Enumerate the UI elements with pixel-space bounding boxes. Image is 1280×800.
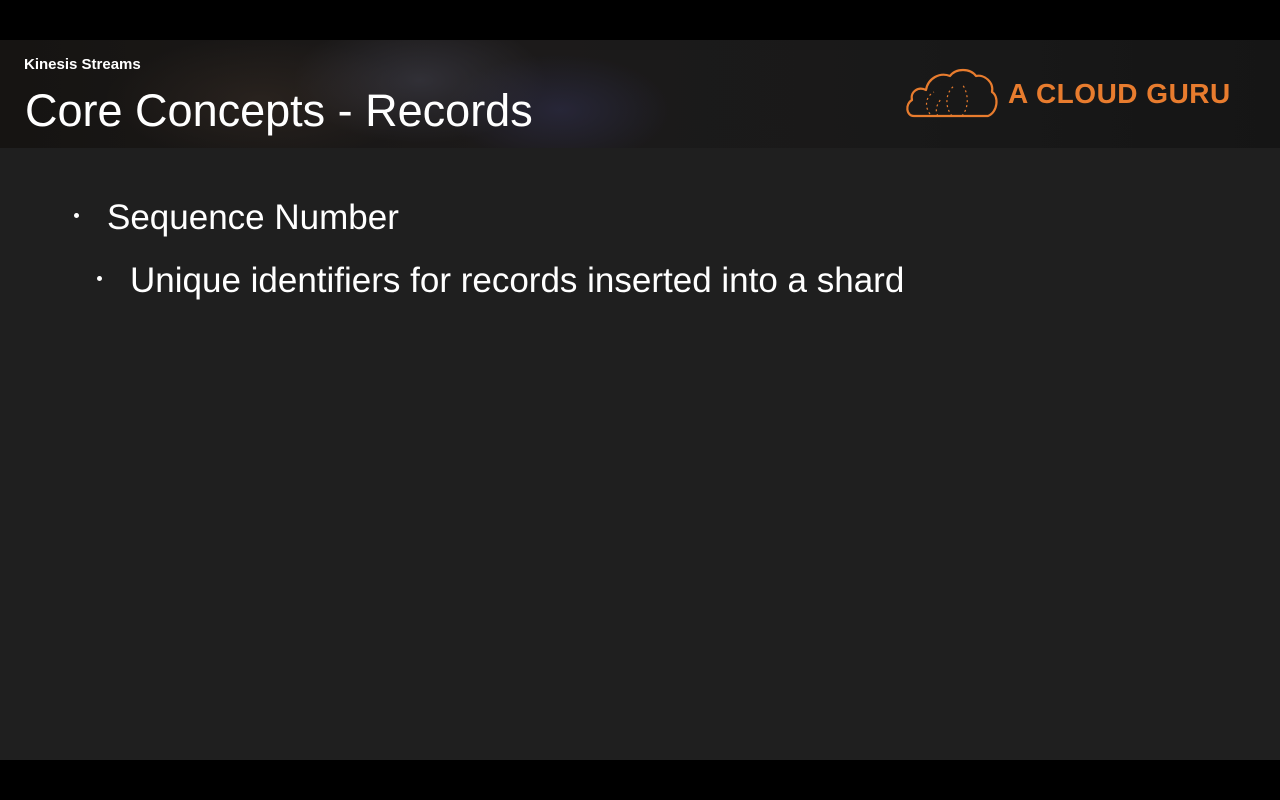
bullet-text: Sequence Number <box>107 198 399 237</box>
slide: Kinesis Streams Core Concepts - Records … <box>0 40 1280 760</box>
slide-title: Core Concepts - Records <box>25 85 533 136</box>
logo-text: A CLOUD GURU <box>1008 78 1231 109</box>
cloud-icon <box>906 68 998 118</box>
section-label: Kinesis Streams <box>24 56 141 73</box>
bullet-dot-icon <box>74 213 79 218</box>
header-band: Kinesis Streams Core Concepts - Records … <box>0 40 1280 148</box>
bullet-text: Unique identifiers for records inserted … <box>130 261 905 300</box>
letterbox-top <box>0 0 1280 40</box>
bullet-dot-icon <box>97 276 102 281</box>
brand-logo: A CLOUD GURU <box>904 66 1249 122</box>
letterbox-bottom <box>0 760 1280 800</box>
